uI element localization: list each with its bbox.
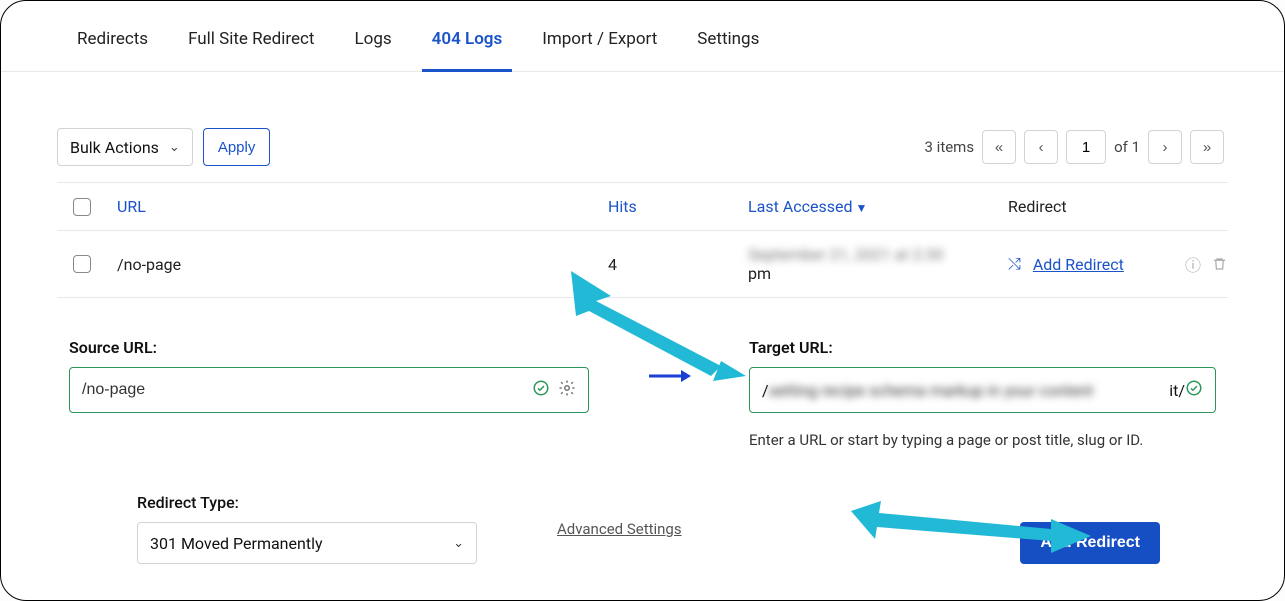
row-url: /no-page [117, 255, 608, 274]
form-bottom-row: Redirect Type: 301 Moved Permanently ⌄ A… [137, 493, 1160, 564]
add-redirect-link[interactable]: Add Redirect [1033, 255, 1124, 274]
info-icon[interactable]: ⓘ [1184, 255, 1202, 273]
pager-items-count: 3 items [925, 138, 975, 156]
toolbar: Bulk Actions ⌄ Apply 3 items « ‹ of 1 › … [1, 72, 1284, 182]
pager-first-button[interactable]: « [982, 130, 1016, 164]
source-url-input-wrap[interactable] [69, 367, 589, 413]
target-url-suffix: it/ [1169, 381, 1185, 400]
redirect-type-value: 301 Moved Permanently [150, 534, 323, 553]
tab-full-site-redirect[interactable]: Full Site Redirect [188, 29, 314, 71]
column-url[interactable]: URL [117, 197, 608, 216]
bulk-actions-label: Bulk Actions [70, 138, 159, 157]
tab-import-export[interactable]: Import / Export [542, 29, 657, 71]
row-checkbox[interactable] [73, 255, 91, 273]
tab-bar: Redirects Full Site Redirect Logs 404 Lo… [1, 29, 1284, 72]
table-header: URL Hits Last Accessed Redirect [57, 182, 1228, 231]
checkmark-circle-icon [1185, 379, 1203, 401]
pager-last-button[interactable]: » [1190, 130, 1224, 164]
target-url-field: Target URL: / setting recipe schema mark… [749, 338, 1216, 449]
tab-settings[interactable]: Settings [697, 29, 759, 71]
tab-404-logs[interactable]: 404 Logs [432, 29, 503, 71]
source-url-label: Source URL: [69, 338, 589, 357]
pager-page-input[interactable] [1066, 130, 1106, 164]
chevron-down-icon: ⌄ [169, 140, 180, 155]
pager: 3 items « ‹ of 1 › » [925, 130, 1224, 164]
arrow-right-icon [589, 338, 749, 414]
advanced-settings-link[interactable]: Advanced Settings [557, 520, 682, 538]
gear-icon[interactable] [558, 379, 576, 401]
redirect-type-field: Redirect Type: 301 Moved Permanently ⌄ [137, 493, 477, 564]
source-url-field: Source URL: [69, 338, 589, 413]
redirect-type-label: Redirect Type: [137, 493, 477, 512]
column-last-accessed[interactable]: Last Accessed [748, 197, 1008, 216]
checkmark-circle-icon [532, 379, 550, 401]
pager-next-button[interactable]: › [1148, 130, 1182, 164]
row-last-accessed-suffix: pm [748, 264, 771, 283]
redirect-type-select[interactable]: 301 Moved Permanently ⌄ [137, 522, 477, 564]
table-row: /no-page 4 September 21, 2021 at 2:30 pm… [57, 231, 1228, 298]
redirect-form: Source URL: [57, 328, 1228, 564]
target-url-input[interactable]: setting recipe schema markup in your con… [769, 381, 1170, 400]
tab-redirects[interactable]: Redirects [77, 29, 148, 71]
tab-logs[interactable]: Logs [354, 29, 391, 71]
shuffle-icon: ⤭ [1008, 254, 1021, 274]
row-hits: 4 [608, 255, 748, 274]
select-all-checkbox[interactable] [73, 198, 91, 216]
app-window: Redirects Full Site Redirect Logs 404 Lo… [0, 0, 1285, 601]
column-redirect: Redirect [1008, 197, 1228, 216]
source-url-input[interactable] [82, 381, 532, 399]
apply-button[interactable]: Apply [203, 128, 271, 166]
target-url-label: Target URL: [749, 338, 1216, 357]
trash-icon[interactable] [1210, 255, 1228, 273]
target-url-helper: Enter a URL or start by typing a page or… [749, 431, 1216, 449]
add-redirect-button[interactable]: Add Redirect [1020, 522, 1160, 564]
pager-prev-button[interactable]: ‹ [1024, 130, 1058, 164]
bulk-actions-select[interactable]: Bulk Actions ⌄ [57, 128, 193, 166]
target-url-prefix: / [762, 381, 769, 400]
column-hits[interactable]: Hits [608, 197, 748, 216]
pager-of-text: of 1 [1114, 138, 1140, 156]
row-last-accessed-date: September 21, 2021 at 2:30 [748, 245, 943, 264]
row-last-accessed: September 21, 2021 at 2:30 pm [748, 245, 1008, 283]
row-redirect-actions: ⤭ Add Redirect ⓘ [1008, 254, 1228, 274]
target-url-input-wrap[interactable]: / setting recipe schema markup in your c… [749, 367, 1216, 413]
chevron-down-icon: ⌄ [453, 536, 464, 551]
